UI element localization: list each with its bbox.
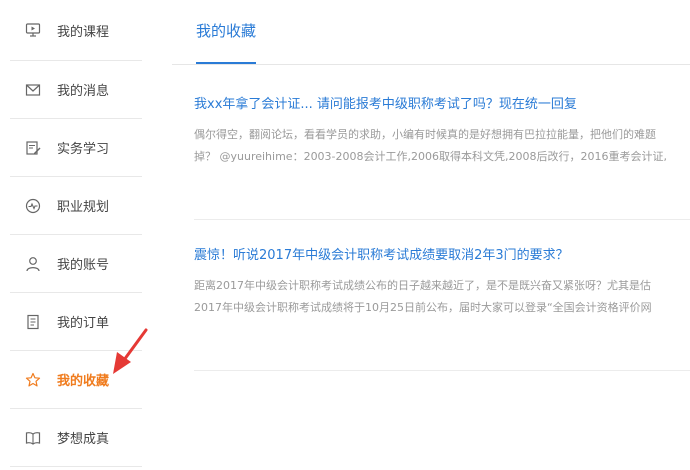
envelope-icon	[24, 81, 42, 99]
divider	[194, 219, 690, 220]
sidebar-item-messages[interactable]: 我的消息	[10, 61, 142, 119]
sidebar-item-label: 我的课程	[57, 24, 110, 40]
sidebar-item-label: 梦想成真	[57, 432, 110, 447]
sidebar-item-favorites[interactable]: 我的收藏	[10, 351, 142, 409]
article-excerpt-line: 2017年中级会计职称考试成绩将于10月25日前公布，届时大家可以登录“全国会计…	[194, 301, 652, 314]
sidebar-item-label: 我的消息	[57, 84, 110, 99]
open-book-icon	[24, 429, 42, 447]
user-icon	[24, 255, 42, 273]
sidebar-item-label: 职业规划	[57, 200, 110, 215]
article-excerpt: 距离2017年中级会计职称考试成绩公布的日子越来越近了，是不是既兴奋又紧张呀？尤…	[194, 275, 690, 319]
tab-bar: 我的收藏	[172, 0, 690, 65]
article-excerpt: 偶尔得空，翻阅论坛，看看学员的求助，小编有时候真的是好想拥有巴拉拉能量，把他们的…	[194, 124, 690, 168]
divider	[194, 370, 690, 371]
edit-note-icon	[24, 139, 42, 157]
sidebar-item-account[interactable]: 我的账号	[10, 235, 142, 293]
monitor-icon	[24, 21, 42, 39]
sidebar-item-courses[interactable]: 我的课程	[10, 0, 142, 61]
sidebar-nav: 我的课程 我的消息 实务学习 职业规划 我的账号 我的订单 我的收藏 梦想成真	[10, 0, 142, 467]
article-title-link[interactable]: 我xx年拿了会计证... 请问能报考中级职称考试了吗？现在统一回复	[194, 93, 690, 112]
sidebar-item-label: 我的账号	[57, 258, 110, 273]
article-item: 我xx年拿了会计证... 请问能报考中级职称考试了吗？现在统一回复 偶尔得空，翻…	[194, 93, 690, 168]
star-icon	[24, 371, 42, 389]
article-excerpt-line: 距离2017年中级会计职称考试成绩公布的日子越来越近了，是不是既兴奋又紧张呀？尤…	[194, 279, 651, 292]
tab-favorites[interactable]: 我的收藏	[196, 20, 257, 64]
sidebar-item-practice[interactable]: 实务学习	[10, 119, 142, 177]
sidebar-item-career[interactable]: 职业规划	[10, 177, 142, 235]
sidebar-item-label: 我的收藏	[57, 374, 110, 389]
pulse-circle-icon	[24, 197, 42, 215]
sidebar-item-label: 实务学习	[57, 142, 110, 157]
article-item: 震惊！听说2017年中级会计职称考试成绩要取消2年3门的要求？ 距离2017年中…	[194, 244, 690, 319]
article-title-link[interactable]: 震惊！听说2017年中级会计职称考试成绩要取消2年3门的要求？	[194, 244, 690, 263]
article-excerpt-line: 掉？ @yuureihime：2003-2008会计工作,2006取得本科文凭,…	[194, 150, 667, 163]
sidebar-item-label: 我的订单	[57, 316, 110, 331]
sidebar-item-orders[interactable]: 我的订单	[10, 293, 142, 351]
document-icon	[24, 313, 42, 331]
article-excerpt-line: 偶尔得空，翻阅论坛，看看学员的求助，小编有时候真的是好想拥有巴拉拉能量，把他们的…	[194, 128, 656, 141]
sidebar-item-dreams[interactable]: 梦想成真	[10, 409, 142, 467]
